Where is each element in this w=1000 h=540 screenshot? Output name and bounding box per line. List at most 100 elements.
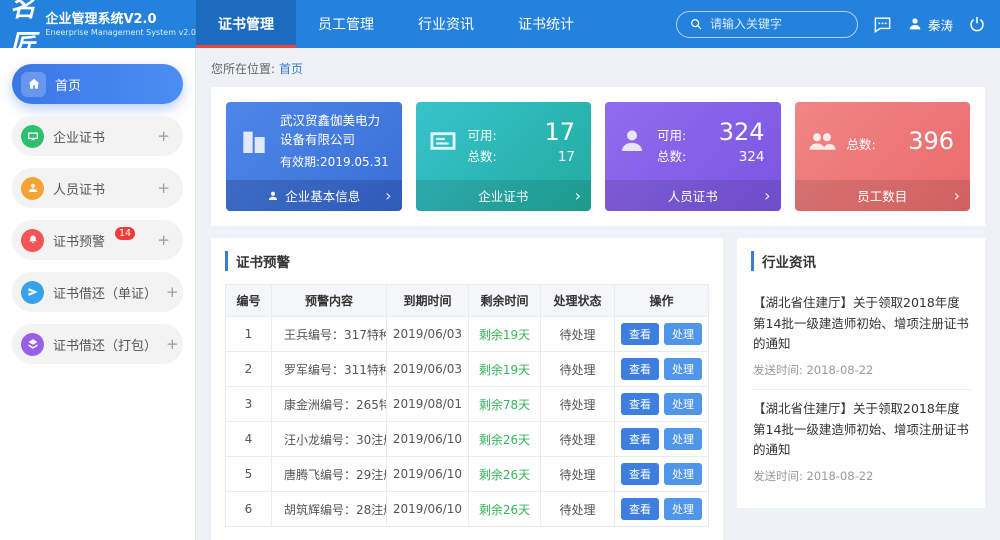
company-card-footer[interactable]: 企业基本信息 › bbox=[226, 180, 402, 211]
sidebar-item-person-cert[interactable]: 人员证书 + bbox=[12, 168, 183, 208]
cell-remain: 剩余78天 bbox=[469, 387, 541, 422]
enterprise-cert-footer-label: 企业证书 bbox=[478, 186, 528, 205]
col-ops: 操作 bbox=[615, 285, 709, 317]
news-time-value: 2018-08-22 bbox=[807, 363, 874, 377]
person-icon bbox=[617, 126, 647, 156]
cell-content: 罗军编号：311特种作业... bbox=[272, 352, 387, 387]
nav-cert-statistics[interactable]: 证书统计 bbox=[496, 0, 596, 48]
view-button[interactable]: 查看 bbox=[621, 323, 659, 345]
company-info-card[interactable]: 武汉贸鑫伽美电力设备有限公司 有效期:2019.05.31 企业基本信息 › bbox=[226, 102, 402, 211]
expand-plus-icon[interactable]: + bbox=[157, 231, 170, 249]
search-input[interactable] bbox=[710, 17, 835, 31]
view-button[interactable]: 查看 bbox=[621, 358, 659, 380]
cell-content: 唐腾飞编号：29注册类人... bbox=[272, 457, 387, 492]
cell-no: 2 bbox=[226, 352, 272, 387]
cell-expire: 2019/06/10 bbox=[387, 422, 469, 457]
alert-count-badge: 14 bbox=[115, 227, 135, 240]
col-expire: 到期时间 bbox=[387, 285, 469, 317]
table-row: 5 唐腾飞编号：29注册类人... 2019/06/10 剩余26天 待处理 查… bbox=[226, 457, 709, 492]
company-validity: 有效期:2019.05.31 bbox=[280, 153, 390, 170]
cell-remain: 剩余26天 bbox=[469, 492, 541, 527]
view-button[interactable]: 查看 bbox=[621, 463, 659, 485]
nav-cert-management[interactable]: 证书管理 bbox=[196, 0, 296, 48]
view-button[interactable]: 查看 bbox=[621, 393, 659, 415]
sidebar-item-cert-alerts[interactable]: 证书预警 14 + bbox=[12, 220, 183, 260]
cell-expire: 2019/06/03 bbox=[387, 352, 469, 387]
expand-plus-icon[interactable]: + bbox=[166, 283, 179, 301]
news-item-title: 【湖北省住建厅】关于领取2018年度第14批一级建造师初始、增项注册证书的通知 bbox=[753, 399, 969, 461]
nav-industry-news[interactable]: 行业资讯 bbox=[396, 0, 496, 48]
sidebar-item-label: 人员证书 bbox=[53, 179, 105, 198]
cell-no: 5 bbox=[226, 457, 272, 492]
news-item[interactable]: 【湖北省住建厅】关于领取2018年度第14批一级建造师初始、增项注册证书的通知 … bbox=[751, 284, 971, 390]
sidebar-item-cert-loan-package[interactable]: 证书借还（打包） + bbox=[12, 324, 183, 364]
person-cert-icon bbox=[21, 177, 44, 200]
total-label: 总数: bbox=[657, 146, 686, 165]
enterprise-cert-card[interactable]: 可用: 17 总数: 17 企业证书 › bbox=[416, 102, 592, 211]
brand: 名匠 企业管理系统V2.0 Eneerprise Management Syst… bbox=[0, 0, 196, 48]
staff-card-footer[interactable]: 员工数目 › bbox=[795, 180, 971, 211]
cell-no: 6 bbox=[226, 492, 272, 527]
expand-plus-icon[interactable]: + bbox=[166, 335, 179, 353]
news-item[interactable]: 【湖北省住建厅】关于领取2018年度第14批一级建造师初始、增项注册证书的通知 … bbox=[751, 390, 971, 495]
expand-plus-icon[interactable]: + bbox=[157, 127, 170, 145]
building-icon bbox=[238, 125, 270, 157]
table-header-row: 编号 预警内容 到期时间 剩余时间 处理状态 操作 bbox=[226, 285, 709, 317]
table-row: 4 汪小龙编号：30注册类人... 2019/06/10 剩余26天 待处理 查… bbox=[226, 422, 709, 457]
chevron-right-icon: › bbox=[385, 188, 391, 204]
main-content: 您所在位置:首页 武汉贸鑫伽美电力设备有限公司 有效期:2019.05.31 bbox=[196, 48, 1000, 540]
cell-content: 王兵编号：317特种作业... bbox=[272, 317, 387, 352]
view-button[interactable]: 查看 bbox=[621, 428, 659, 450]
user-menu[interactable]: 秦涛 bbox=[907, 15, 953, 34]
available-value: 17 bbox=[544, 118, 575, 146]
person-cert-card-footer[interactable]: 人员证书 › bbox=[605, 180, 781, 211]
cell-content: 汪小龙编号：30注册类人... bbox=[272, 422, 387, 457]
search-box[interactable] bbox=[676, 11, 858, 38]
handle-button[interactable]: 处理 bbox=[664, 498, 702, 520]
cell-remain: 剩余26天 bbox=[469, 457, 541, 492]
nav-staff-management[interactable]: 员工管理 bbox=[296, 0, 396, 48]
top-bar: 名匠 企业管理系统V2.0 Eneerprise Management Syst… bbox=[0, 0, 1000, 48]
cert-alert-panel: 证书预警 编号 预警内容 到期时间 剩余时间 处理状态 操作 bbox=[211, 238, 723, 540]
col-remain: 剩余时间 bbox=[469, 285, 541, 317]
sidebar-item-cert-loan-single[interactable]: 证书借还（单证） + bbox=[12, 272, 183, 312]
staff-footer-label: 员工数目 bbox=[857, 186, 907, 205]
news-time-label: 发送时间: bbox=[753, 363, 803, 377]
cell-status: 待处理 bbox=[541, 492, 615, 527]
news-item-time: 发送时间: 2018-08-22 bbox=[753, 362, 969, 378]
cell-remain: 剩余19天 bbox=[469, 317, 541, 352]
industry-news-panel: 行业资讯 【湖北省住建厅】关于领取2018年度第14批一级建造师初始、增项注册证… bbox=[737, 238, 985, 508]
industry-news-title: 行业资讯 bbox=[751, 251, 971, 271]
cell-status: 待处理 bbox=[541, 457, 615, 492]
breadcrumb-home-link[interactable]: 首页 bbox=[279, 62, 303, 76]
cell-expire: 2019/06/10 bbox=[387, 457, 469, 492]
cell-status: 待处理 bbox=[541, 317, 615, 352]
sidebar: 首页 企业证书 + 人员证书 + 证书预警 14 + bbox=[0, 48, 196, 540]
enterprise-cert-card-footer[interactable]: 企业证书 › bbox=[416, 180, 592, 211]
handle-button[interactable]: 处理 bbox=[664, 358, 702, 380]
cell-ops: 查看处理 bbox=[615, 317, 709, 352]
app-title: 企业管理系统V2.0 bbox=[45, 11, 196, 29]
expand-plus-icon[interactable]: + bbox=[157, 179, 170, 197]
handle-button[interactable]: 处理 bbox=[664, 428, 702, 450]
table-row: 6 胡筑辉编号：28注册类人... 2019/06/10 剩余26天 待处理 查… bbox=[226, 492, 709, 527]
available-label: 可用: bbox=[657, 125, 686, 144]
company-card-footer-label: 企业基本信息 bbox=[285, 186, 360, 205]
person-cert-footer-label: 人员证书 bbox=[668, 186, 718, 205]
view-button[interactable]: 查看 bbox=[621, 498, 659, 520]
cell-content: 胡筑辉编号：28注册类人... bbox=[272, 492, 387, 527]
sidebar-item-label: 证书借还（单证） bbox=[53, 283, 157, 302]
handle-button[interactable]: 处理 bbox=[664, 323, 702, 345]
message-icon[interactable] bbox=[873, 15, 892, 34]
col-content: 预警内容 bbox=[272, 285, 387, 317]
logout-power-icon[interactable] bbox=[968, 15, 986, 33]
sidebar-item-enterprise-cert[interactable]: 企业证书 + bbox=[12, 116, 183, 156]
cell-ops: 查看处理 bbox=[615, 457, 709, 492]
col-status: 处理状态 bbox=[541, 285, 615, 317]
handle-button[interactable]: 处理 bbox=[664, 393, 702, 415]
group-icon bbox=[807, 126, 837, 156]
handle-button[interactable]: 处理 bbox=[664, 463, 702, 485]
sidebar-item-home[interactable]: 首页 bbox=[12, 64, 183, 104]
person-cert-card[interactable]: 可用: 324 总数: 324 人员证书 › bbox=[605, 102, 781, 211]
staff-count-card[interactable]: 总数: 396 员工数目 › bbox=[795, 102, 971, 211]
